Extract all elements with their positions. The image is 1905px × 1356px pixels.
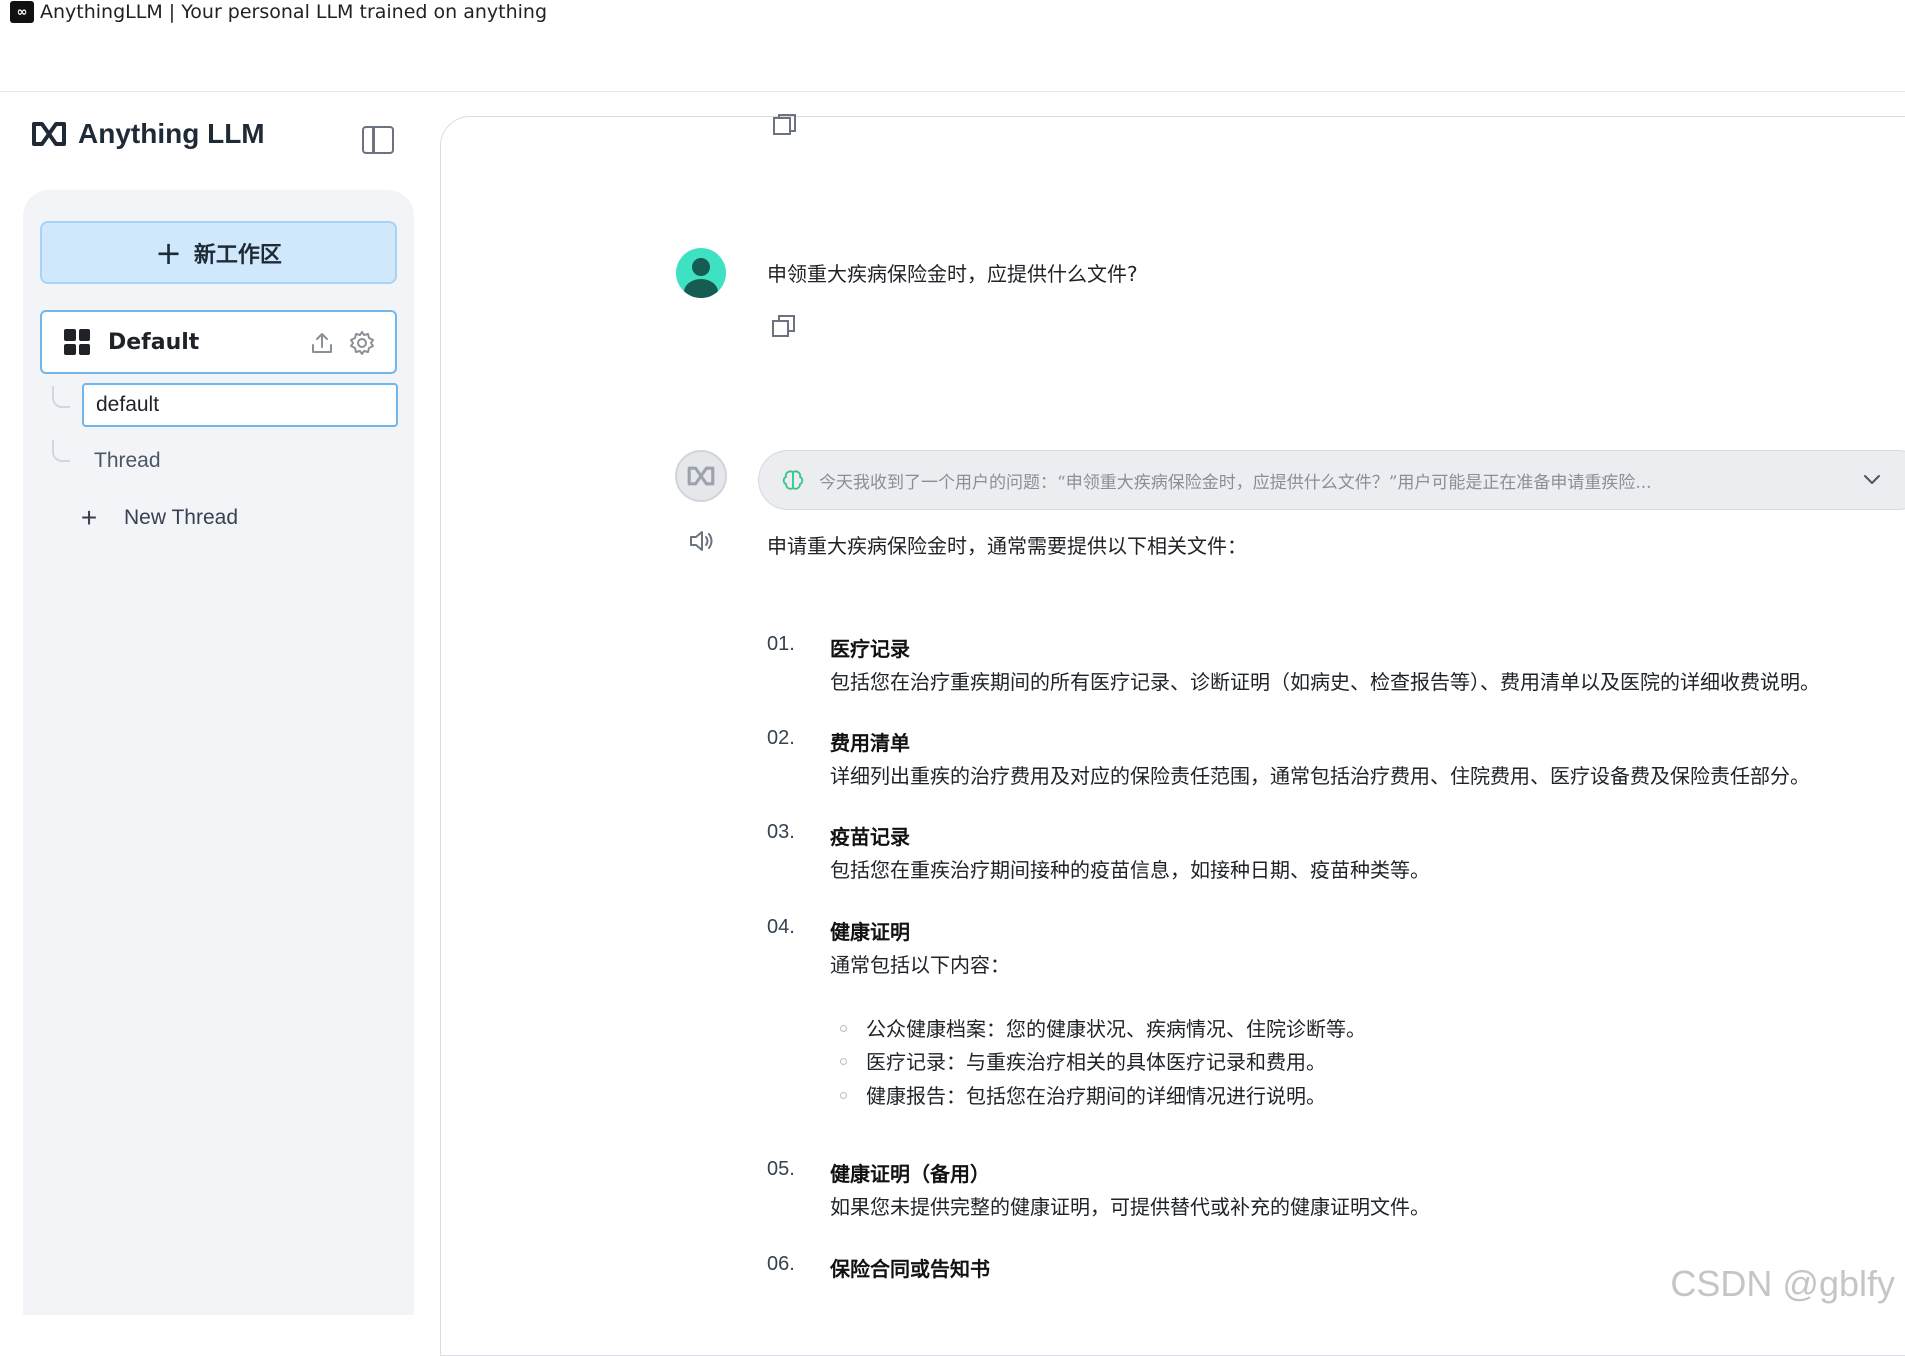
thread-tree-line — [52, 386, 70, 408]
list-item-desc: 包括您在重疾治疗期间接种的疫苗信息，如接种日期、疫苗种类等。 — [830, 854, 1430, 883]
window-titlebar: ∞ AnythingLLM | Your personal LLM traine… — [0, 0, 1905, 24]
sidebar-toggle-icon[interactable] — [362, 126, 394, 154]
brain-icon — [781, 468, 805, 492]
workspace-actions — [309, 330, 375, 356]
list-item-title: 健康证明 — [830, 916, 910, 945]
list-number: 01. — [767, 633, 795, 656]
watermark: CSDN @gblfy — [1670, 1263, 1895, 1305]
titlebar-divider — [0, 91, 1905, 92]
upload-icon[interactable] — [309, 330, 335, 356]
sub-bullet: 医疗记录：与重疾治疗相关的具体医疗记录和费用。 — [830, 1046, 1326, 1075]
plus-icon: + — [72, 504, 106, 532]
sub-bullet: 公众健康档案：您的健康状况、疾病情况、住院诊断等。 — [830, 1013, 1366, 1042]
list-number: 03. — [767, 821, 795, 844]
speaker-icon[interactable] — [688, 528, 716, 554]
list-item-desc: 详细列出重疾的治疗费用及对应的保险责任范围，通常包括治疗费用、住院费用、医疗设备… — [830, 760, 1810, 789]
list-item-title: 健康证明（备用） — [830, 1158, 990, 1187]
logo-icon — [30, 120, 68, 148]
assistant-answer: 申请重大疾病保险金时，通常需要提供以下相关文件： 01. 医疗记录 包括您在治疗… — [767, 530, 1887, 559]
bot-avatar — [675, 450, 727, 502]
chat-panel — [440, 116, 1905, 1356]
list-item-title: 医疗记录 — [830, 633, 910, 662]
chevron-down-icon — [1862, 469, 1882, 489]
answer-intro: 申请重大疾病保险金时，通常需要提供以下相关文件： — [767, 530, 1887, 559]
thinking-summary-text: 今天我收到了一个用户的问题：“申领重大疾病保险金时，应提供什么文件？”用户可能是… — [819, 468, 1719, 493]
new-thread-label: New Thread — [124, 506, 238, 530]
brand-logo: Anything LLM — [30, 118, 265, 150]
copy-icon[interactable] — [770, 114, 798, 142]
gear-icon[interactable] — [349, 330, 375, 356]
workspace-item-default[interactable]: Default — [40, 310, 397, 374]
list-item-title: 保险合同或告知书 — [830, 1253, 990, 1282]
user-message: 申领重大疾病保险金时，应提供什么文件? — [767, 258, 1138, 287]
new-workspace-button[interactable]: + 新工作区 — [40, 221, 397, 284]
brand-name: Anything LLM — [78, 118, 265, 150]
thread-item[interactable]: Thread — [94, 449, 161, 473]
plus-icon: + — [155, 237, 182, 269]
new-thread-button[interactable]: + New Thread — [72, 504, 238, 532]
list-number: 05. — [767, 1158, 795, 1181]
sub-bullet-text: 健康报告：包括您在治疗期间的详细情况进行说明。 — [866, 1084, 1326, 1108]
user-avatar — [676, 248, 726, 298]
list-item-desc: 包括您在治疗重疾期间的所有医疗记录、诊断证明（如病史、检查报告等）、费用清单以及… — [830, 666, 1820, 695]
sub-bullet-text: 公众健康档案：您的健康状况、疾病情况、住院诊断等。 — [866, 1017, 1366, 1041]
app-icon: ∞ — [10, 1, 34, 23]
new-workspace-label: 新工作区 — [194, 237, 282, 269]
thread-name-input[interactable] — [82, 383, 398, 427]
list-item-desc: 如果您未提供完整的健康证明，可提供替代或补充的健康证明文件。 — [830, 1191, 1430, 1220]
thread-tree-line — [52, 440, 70, 462]
grid-icon — [64, 329, 90, 355]
list-number: 04. — [767, 916, 795, 939]
list-number: 06. — [767, 1253, 795, 1276]
list-item-title: 费用清单 — [830, 727, 910, 756]
window-title: AnythingLLM | Your personal LLM trained … — [40, 1, 547, 23]
list-number: 02. — [767, 727, 795, 750]
logo-icon — [685, 465, 717, 487]
sub-bullet-text: 医疗记录：与重疾治疗相关的具体医疗记录和费用。 — [866, 1050, 1326, 1074]
list-item-title: 疫苗记录 — [830, 821, 910, 850]
list-item-desc: 通常包括以下内容： — [830, 949, 1010, 978]
sub-bullet: 健康报告：包括您在治疗期间的详细情况进行说明。 — [830, 1080, 1326, 1109]
workspace-name: Default — [108, 330, 199, 355]
thinking-summary-toggle[interactable]: 今天我收到了一个用户的问题：“申领重大疾病保险金时，应提供什么文件？”用户可能是… — [758, 450, 1905, 510]
copy-icon[interactable] — [770, 312, 798, 340]
